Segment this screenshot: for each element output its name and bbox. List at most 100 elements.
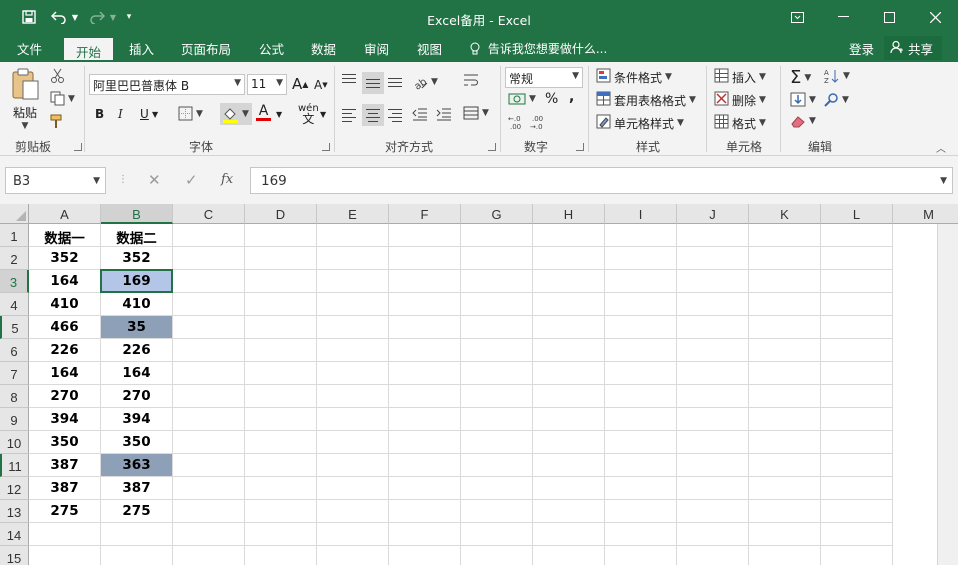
accounting-format-icon[interactable]: ▼ — [508, 92, 536, 106]
cell-h7[interactable] — [533, 362, 605, 385]
cell-h5[interactable] — [533, 316, 605, 339]
cell-l4[interactable] — [821, 293, 893, 316]
insert-function-icon[interactable]: fx — [221, 172, 233, 187]
cell-j4[interactable] — [677, 293, 749, 316]
insert-cells-button[interactable]: 插入 ▼ — [714, 68, 766, 86]
cell-i4[interactable] — [605, 293, 677, 316]
cell-a12[interactable]: 387 — [29, 477, 101, 500]
tab-formulas[interactable]: 公式 — [259, 39, 284, 58]
number-launcher-icon[interactable] — [576, 143, 584, 151]
cell-h11[interactable] — [533, 454, 605, 477]
cell-e13[interactable] — [317, 500, 389, 523]
cell-i11[interactable] — [605, 454, 677, 477]
cell-e7[interactable] — [317, 362, 389, 385]
tell-me-box[interactable]: 告诉我您想要做什么... — [470, 40, 607, 57]
cell-a11[interactable]: 387 — [29, 454, 101, 477]
cancel-icon[interactable]: ✕ — [148, 171, 161, 189]
row-header-10[interactable]: 10 — [0, 431, 29, 454]
row-header-12[interactable]: 12 — [0, 477, 29, 500]
cell-l14[interactable] — [821, 523, 893, 546]
increase-indent-icon[interactable] — [436, 107, 452, 121]
cell-j8[interactable] — [677, 385, 749, 408]
vertical-scrollbar[interactable] — [937, 224, 958, 565]
cell-e8[interactable] — [317, 385, 389, 408]
cell-a4[interactable]: 410 — [29, 293, 101, 316]
cell-k3[interactable] — [749, 270, 821, 293]
row-header-4[interactable]: 4 — [0, 293, 29, 316]
cell-h2[interactable] — [533, 247, 605, 270]
cell-c4[interactable] — [173, 293, 245, 316]
cell-j3[interactable] — [677, 270, 749, 293]
cell-g6[interactable] — [461, 339, 533, 362]
merge-center-icon[interactable]: ▼ — [463, 106, 489, 120]
cell-f2[interactable] — [389, 247, 461, 270]
column-header-m[interactable]: M — [893, 204, 958, 224]
cell-d15[interactable] — [245, 546, 317, 565]
cell-k8[interactable] — [749, 385, 821, 408]
cell-b6[interactable]: 226 — [101, 339, 173, 362]
column-header-i[interactable]: I — [605, 204, 677, 224]
cell-f7[interactable] — [389, 362, 461, 385]
cell-b7[interactable]: 164 — [101, 362, 173, 385]
cell-i5[interactable] — [605, 316, 677, 339]
cell-e4[interactable] — [317, 293, 389, 316]
column-header-a[interactable]: A — [29, 204, 101, 224]
cell-e11[interactable] — [317, 454, 389, 477]
align-center-icon[interactable] — [362, 104, 384, 126]
column-header-f[interactable]: F — [389, 204, 461, 224]
row-header-2[interactable]: 2 — [0, 247, 29, 270]
minimize-icon[interactable] — [828, 6, 858, 28]
cell-e9[interactable] — [317, 408, 389, 431]
cell-i13[interactable] — [605, 500, 677, 523]
cell-b14[interactable] — [101, 523, 173, 546]
cell-b2[interactable]: 352 — [101, 247, 173, 270]
sort-filter-icon[interactable]: AZ ▼ — [824, 68, 850, 84]
cell-i2[interactable] — [605, 247, 677, 270]
clear-icon[interactable]: ▼ — [790, 114, 816, 128]
cell-j13[interactable] — [677, 500, 749, 523]
format-cells-button[interactable]: 格式 ▼ — [714, 114, 766, 132]
cell-c3[interactable] — [173, 270, 245, 293]
cell-k7[interactable] — [749, 362, 821, 385]
column-header-d[interactable]: D — [245, 204, 317, 224]
paste-button[interactable]: 粘贴 ▼ — [10, 68, 40, 131]
decrease-decimal-icon[interactable]: .00 →.0 — [530, 114, 548, 130]
cut-icon[interactable] — [50, 68, 65, 83]
cell-l6[interactable] — [821, 339, 893, 362]
comma-style-button[interactable]: , — [569, 89, 574, 105]
cell-l5[interactable] — [821, 316, 893, 339]
cell-g15[interactable] — [461, 546, 533, 565]
format-painter-icon[interactable] — [50, 114, 65, 129]
cell-e12[interactable] — [317, 477, 389, 500]
cell-i12[interactable] — [605, 477, 677, 500]
cell-c9[interactable] — [173, 408, 245, 431]
cell-e1[interactable] — [317, 224, 389, 247]
font-color-icon[interactable]: A — [256, 104, 271, 121]
cell-c13[interactable] — [173, 500, 245, 523]
cell-k2[interactable] — [749, 247, 821, 270]
row-header-6[interactable]: 6 — [0, 339, 29, 362]
cell-b15[interactable] — [101, 546, 173, 565]
cell-b4[interactable]: 410 — [101, 293, 173, 316]
autosum-icon[interactable]: Σ ▼ — [790, 67, 811, 88]
cell-g14[interactable] — [461, 523, 533, 546]
cell-b12[interactable]: 387 — [101, 477, 173, 500]
cell-k6[interactable] — [749, 339, 821, 362]
cell-h15[interactable] — [533, 546, 605, 565]
cell-j9[interactable] — [677, 408, 749, 431]
share-button[interactable]: 共享 — [884, 36, 942, 60]
cell-a13[interactable]: 275 — [29, 500, 101, 523]
cell-a8[interactable]: 270 — [29, 385, 101, 408]
cell-l2[interactable] — [821, 247, 893, 270]
login-link[interactable]: 登录 — [849, 39, 874, 58]
cell-a9[interactable]: 394 — [29, 408, 101, 431]
ribbon-display-options-icon[interactable] — [782, 6, 812, 28]
column-header-g[interactable]: G — [461, 204, 533, 224]
copy-icon[interactable]: ▼ — [50, 91, 75, 106]
cell-e6[interactable] — [317, 339, 389, 362]
cell-j12[interactable] — [677, 477, 749, 500]
conditional-formatting-button[interactable]: 条件格式 ▼ — [596, 68, 672, 86]
cell-g10[interactable] — [461, 431, 533, 454]
cell-k5[interactable] — [749, 316, 821, 339]
cell-c1[interactable] — [173, 224, 245, 247]
